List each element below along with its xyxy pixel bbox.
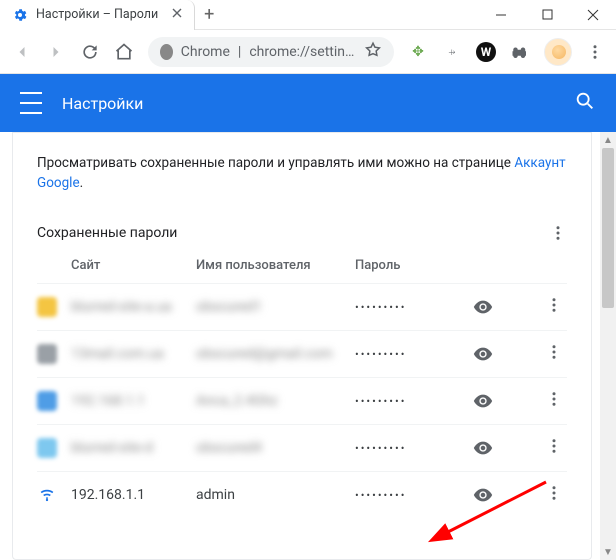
table-row: 13mail.com.ua obscured@gmail.com ••••••••• — [37, 330, 567, 377]
url-text: chrome://settings/p… — [249, 44, 356, 60]
table-row: blurred-site-a.ua obscured1 ••••••••• — [37, 283, 567, 330]
chrome-icon — [160, 44, 173, 60]
password-masked: ••••••••• — [355, 301, 406, 314]
row-menu-button[interactable] — [545, 443, 563, 459]
browser-tab[interactable]: Настройки – Пароли — [0, 0, 195, 30]
show-password-button[interactable] — [472, 296, 514, 318]
window-maximize-button[interactable] — [524, 0, 570, 30]
extension-icon[interactable]: ✥ — [408, 42, 428, 62]
bookmark-star-icon[interactable] — [364, 41, 382, 63]
site-name: 192.168.1.1 — [71, 393, 145, 409]
extensions-area: ✥ ⍆ W — [408, 38, 604, 66]
browser-menu-button[interactable] — [586, 43, 604, 61]
site-favicon — [37, 438, 57, 458]
wifi-icon — [37, 485, 57, 505]
column-header-site: Сайт — [37, 248, 196, 284]
url-scheme: Chrome — [181, 44, 230, 60]
username-value: obscured@gmail.com — [196, 346, 332, 362]
address-bar[interactable]: Chrome | chrome://settings/p… — [148, 37, 394, 67]
row-menu-button[interactable] — [545, 349, 563, 365]
extensions-menu-icon[interactable] — [510, 42, 530, 62]
window-close-button[interactable] — [570, 0, 616, 30]
content-viewport: Просматривать сохраненные пароли и управ… — [0, 132, 616, 560]
scroll-up-icon[interactable]: ▲ — [600, 132, 616, 148]
show-password-button[interactable] — [472, 343, 514, 365]
site-name: blurred-site-d — [71, 440, 153, 456]
site-favicon — [37, 391, 57, 411]
table-row: 192.168.1.1 Anca_2.4Ghz ••••••••• — [37, 377, 567, 424]
show-password-button[interactable] — [472, 484, 514, 506]
scroll-down-icon[interactable]: ▼ — [600, 544, 616, 560]
tab-title: Настройки – Пароли — [36, 7, 158, 22]
table-row: 192.168.1.1 admin ••••••••• — [37, 471, 567, 518]
home-button[interactable] — [114, 42, 134, 62]
row-menu-button[interactable] — [545, 490, 563, 506]
username-value: admin — [196, 487, 235, 503]
scrollbar-thumb[interactable] — [602, 148, 614, 308]
window-minimize-button[interactable] — [478, 0, 524, 30]
row-menu-button[interactable] — [545, 396, 563, 412]
extension-icon[interactable]: W — [476, 42, 496, 62]
forward-button[interactable] — [46, 42, 66, 62]
toolbar: Chrome | chrome://settings/p… ✥ ⍆ W — [0, 30, 616, 74]
passwords-card: Просматривать сохраненные пароли и управ… — [12, 132, 592, 560]
window-titlebar: Настройки – Пароли + — [0, 0, 616, 30]
hamburger-icon[interactable] — [20, 92, 42, 114]
column-header-username: Имя пользователя — [196, 248, 355, 284]
gear-icon — [12, 7, 28, 23]
username-value: obscured1 — [196, 299, 262, 315]
profile-avatar[interactable] — [544, 38, 572, 66]
show-password-button[interactable] — [472, 437, 514, 459]
username-value: Anca_2.4Ghz — [196, 393, 278, 409]
back-button[interactable] — [12, 42, 32, 62]
site-name: blurred-site-a.ua — [71, 299, 172, 315]
password-masked: ••••••••• — [355, 348, 406, 361]
section-title: Сохраненные пароли — [37, 225, 177, 241]
scrollbar[interactable]: ▲ ▼ — [600, 132, 616, 560]
extension-icon[interactable]: ⍆ — [442, 42, 462, 62]
site-favicon — [37, 344, 57, 364]
section-menu-button[interactable] — [549, 224, 567, 242]
site-name: 13mail.com.ua — [71, 346, 164, 362]
description: Просматривать сохраненные пароли и управ… — [37, 153, 567, 194]
new-tab-button[interactable]: + — [195, 4, 223, 25]
row-menu-button[interactable] — [545, 302, 563, 318]
settings-appbar: Настройки — [0, 74, 616, 132]
show-password-button[interactable] — [472, 390, 514, 412]
column-header-password: Пароль — [355, 248, 472, 284]
password-masked: ••••••••• — [355, 489, 406, 502]
search-icon[interactable] — [574, 90, 596, 116]
reload-button[interactable] — [80, 42, 100, 62]
appbar-title: Настройки — [62, 94, 143, 113]
close-icon[interactable] — [172, 7, 182, 22]
table-row: blurred-site-d obscured4 ••••••••• — [37, 424, 567, 471]
password-masked: ••••••••• — [355, 395, 406, 408]
passwords-table: Сайт Имя пользователя Пароль blurred-sit… — [37, 248, 567, 518]
site-favicon — [37, 297, 57, 317]
username-value: obscured4 — [196, 440, 262, 456]
site-name: 192.168.1.1 — [71, 487, 145, 503]
password-masked: ••••••••• — [355, 442, 406, 455]
